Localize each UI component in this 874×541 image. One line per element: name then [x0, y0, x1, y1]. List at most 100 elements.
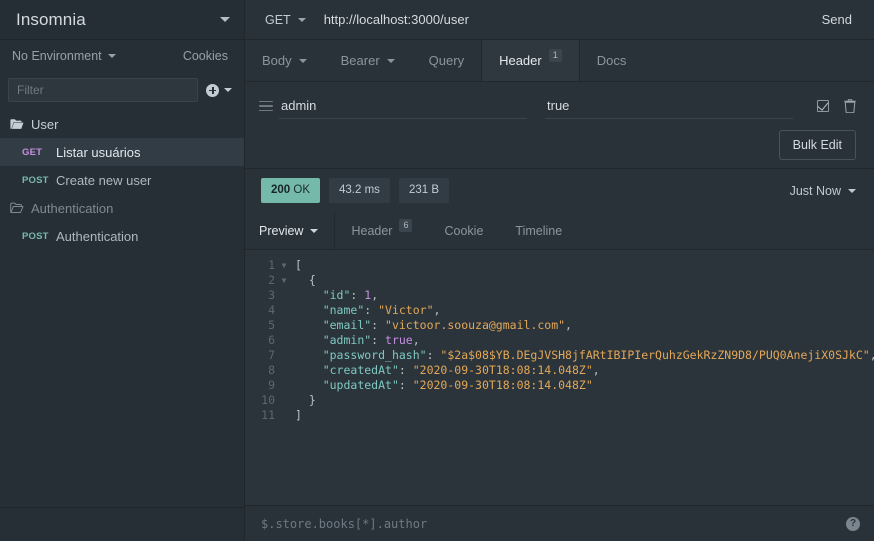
- tab-label: Bearer: [340, 53, 380, 68]
- code-line: 11]: [245, 408, 874, 423]
- tab-label: Query: [428, 53, 465, 68]
- status-text: OK: [293, 184, 311, 197]
- code-text: "createdAt": "2020-09-30T18:08:14.048Z",: [322, 363, 600, 377]
- sidebar-filter-row: [0, 72, 244, 108]
- sidebar-filter-input[interactable]: [8, 78, 198, 102]
- code-text: "email": "victoor.soouza@gmail.com",: [322, 318, 572, 332]
- folder-label: User: [31, 116, 59, 132]
- line-number: 9: [268, 378, 275, 392]
- url-input[interactable]: [309, 12, 800, 27]
- folder-label: Authentication: [31, 200, 114, 216]
- bulk-edit-button[interactable]: Bulk Edit: [778, 130, 856, 160]
- response-tabs: Preview Header 6 Cookie Timeline: [245, 212, 874, 250]
- header-row-actions: [811, 99, 856, 113]
- status-code: 200: [271, 184, 291, 197]
- chevron-down-icon: [220, 17, 230, 22]
- line-number: 2: [268, 273, 275, 287]
- request-method: GET: [22, 146, 43, 158]
- line-number: 4: [268, 303, 275, 317]
- environment-row: No Environment Cookies: [0, 40, 244, 72]
- tab-docs[interactable]: Docs: [580, 40, 644, 81]
- send-button[interactable]: Send: [800, 0, 874, 40]
- headers-editor: admin true Bulk Edit: [245, 82, 874, 168]
- request-method: POST: [22, 174, 49, 186]
- environment-selector[interactable]: No Environment: [8, 47, 120, 65]
- status-badge: 200 OK: [261, 178, 321, 203]
- sidebar-item-listar-usuarios[interactable]: GET Listar usuários: [0, 138, 244, 166]
- request-list: User GET Listar usuários POST Create new…: [0, 108, 244, 507]
- code-text: "id": 1,: [322, 288, 379, 302]
- bulk-edit-row: Bulk Edit: [245, 122, 874, 168]
- chevron-down-icon: [386, 58, 395, 63]
- line-number: 1: [268, 258, 275, 272]
- new-request-button[interactable]: [206, 83, 236, 97]
- method-label: GET: [265, 12, 291, 27]
- header-enabled-checkbox[interactable]: [817, 100, 829, 112]
- trash-icon[interactable]: [844, 99, 856, 113]
- chevron-down-icon: [310, 228, 319, 233]
- tab-preview[interactable]: Preview: [245, 212, 336, 249]
- line-number: 11: [261, 408, 275, 422]
- tab-response-header[interactable]: Header 6: [335, 212, 428, 249]
- tab-label: Timeline: [515, 223, 563, 238]
- code-text: "updatedAt": "2020-09-30T18:08:14.048Z": [322, 378, 593, 392]
- sidebar-item-authentication[interactable]: POST Authentication: [0, 222, 244, 250]
- cookies-button[interactable]: Cookies: [183, 49, 228, 63]
- request-tabs: Body Bearer Query Header 1 Docs: [245, 40, 874, 82]
- code-line: 4 "name": "Victor",: [245, 303, 874, 318]
- header-name-input[interactable]: admin: [279, 93, 527, 119]
- json-code: 1 ▼[2 ▼ {3 "id": 1, 4 "name": "Victor", 5 "e…: [245, 258, 874, 423]
- request-name: Listar usuários: [56, 144, 141, 160]
- drag-handle-icon[interactable]: [259, 100, 279, 112]
- tab-bearer[interactable]: Bearer: [324, 40, 412, 81]
- response-time: 43.2 ms: [329, 178, 390, 203]
- header-value-input[interactable]: true: [545, 93, 793, 119]
- folder-closed-icon: [10, 202, 24, 213]
- folder-authentication[interactable]: Authentication: [0, 194, 244, 222]
- code-text: [: [295, 258, 302, 272]
- code-line: 8 "createdAt": "2020-09-30T18:08:14.048Z…: [245, 363, 874, 378]
- code-text: "name": "Victor",: [322, 303, 441, 317]
- code-line: 1 ▼ [: [245, 258, 874, 273]
- tab-label: Header: [499, 53, 542, 68]
- response-status-bar: 200 OK 43.2 ms 231 B Just Now: [245, 168, 874, 212]
- tab-header[interactable]: Header 1: [481, 40, 580, 81]
- sidebar-footer: [0, 507, 244, 541]
- folder-user[interactable]: User: [0, 110, 244, 138]
- response-history-label: Just Now: [789, 183, 841, 198]
- jsonpath-filter-input[interactable]: [261, 516, 846, 531]
- code-line: 2 ▼ {: [245, 273, 874, 288]
- code-text: {: [295, 273, 316, 287]
- help-icon[interactable]: ?: [846, 516, 860, 531]
- chevron-down-icon: [107, 54, 116, 58]
- line-number: 6: [268, 333, 275, 347]
- code-text: ]: [295, 408, 302, 422]
- chevron-down-icon: [297, 17, 306, 22]
- method-selector[interactable]: GET: [261, 10, 310, 30]
- tab-timeline[interactable]: Timeline: [499, 212, 578, 249]
- code-line: 3 "id": 1,: [245, 288, 874, 303]
- line-number: 10: [261, 393, 275, 407]
- tab-badge: 6: [399, 219, 413, 232]
- fold-triangle-icon[interactable]: ▼: [279, 273, 289, 288]
- folder-open-icon: [10, 119, 24, 129]
- response-body-viewer[interactable]: 1 ▼[2 ▼ {3 "id": 1, 4 "name": "Victor", 5 "e…: [245, 250, 874, 505]
- plus-icon: [206, 83, 219, 97]
- tab-query[interactable]: Query: [412, 40, 481, 81]
- line-number: 5: [268, 318, 275, 332]
- code-text: "password_hash": "$2a$08$YB.DEgJVSH8jfAR…: [322, 348, 874, 362]
- response-history-dropdown[interactable]: Just Now: [790, 184, 856, 198]
- request-name: Authentication: [56, 228, 139, 244]
- fold-triangle-icon[interactable]: ▼: [279, 258, 289, 273]
- sidebar-item-create-new-user[interactable]: POST Create new user: [0, 166, 244, 194]
- line-number: 7: [268, 348, 275, 362]
- code-text: "admin": true,: [322, 333, 420, 347]
- line-number: 3: [268, 288, 275, 302]
- workspace-switcher[interactable]: Insomnia: [0, 0, 244, 40]
- main-pane: GET Send Body Bearer Query Header 1: [245, 0, 874, 541]
- tab-cookie[interactable]: Cookie: [428, 212, 499, 249]
- code-line: 9 "updatedAt": "2020-09-30T18:08:14.048Z…: [245, 378, 874, 393]
- code-line: 5 "email": "victoor.soouza@gmail.com",: [245, 318, 874, 333]
- tab-body[interactable]: Body: [245, 40, 324, 81]
- environment-label: No Environment: [12, 49, 102, 63]
